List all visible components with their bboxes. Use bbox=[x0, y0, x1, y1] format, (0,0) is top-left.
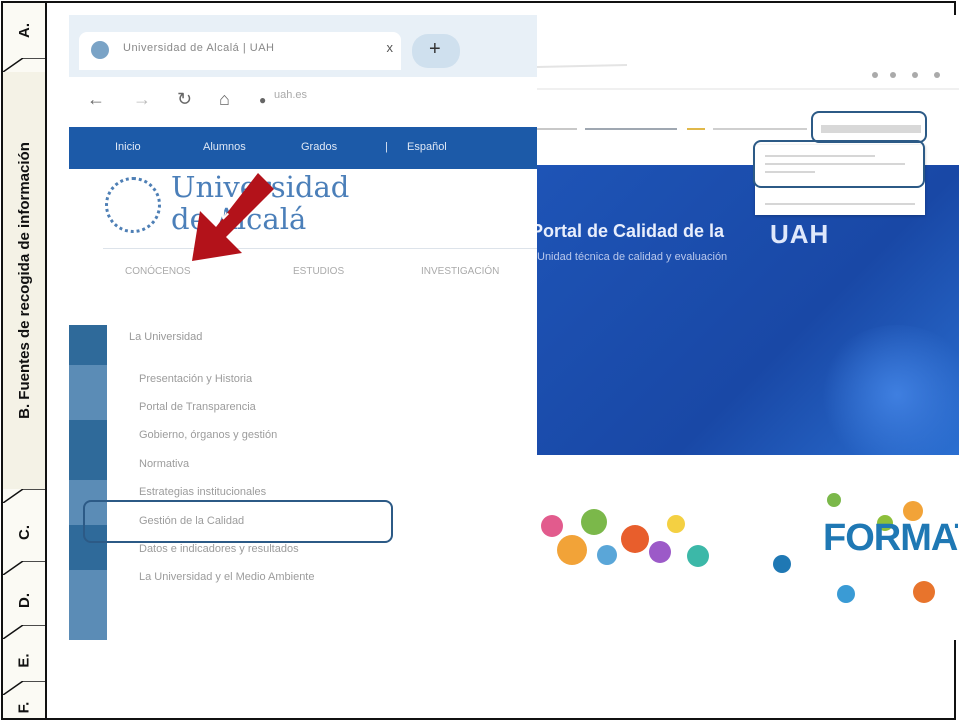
submenu-item[interactable]: La Universidad y el Medio Ambiente bbox=[139, 571, 314, 583]
menu-item-estudios[interactable]: ESTUDIOS bbox=[293, 266, 344, 277]
nav-separator: | bbox=[385, 141, 388, 153]
tab-separator bbox=[3, 625, 45, 639]
tab-separator bbox=[3, 681, 45, 695]
submenu-item[interactable]: Estrategias institucionales bbox=[139, 486, 266, 498]
submenu-panel: La Universidad Presentación y Historia P… bbox=[111, 315, 531, 605]
tab-c[interactable]: C. bbox=[3, 503, 45, 561]
nav-item[interactable]: Inicio bbox=[115, 141, 141, 153]
submenu-item[interactable]: Normativa bbox=[139, 458, 189, 470]
slide-frame: A. B. Fuentes de recogida de información… bbox=[1, 1, 959, 720]
tab-b[interactable]: B. Fuentes de recogida de información bbox=[3, 72, 45, 489]
section-tabs: A. B. Fuentes de recogida de información… bbox=[3, 3, 47, 718]
tab-f[interactable]: F. bbox=[3, 695, 45, 720]
uah-top-nav: Inicio Alumnos Grados | Español bbox=[69, 127, 539, 169]
new-tab-button[interactable] bbox=[412, 34, 460, 68]
favicon-icon bbox=[91, 41, 109, 59]
submenu-item[interactable]: Gobierno, órganos y gestión bbox=[139, 429, 277, 441]
tab-separator bbox=[3, 58, 45, 72]
nav-item[interactable]: Alumnos bbox=[203, 141, 246, 153]
browser-toolbar bbox=[537, 64, 959, 90]
tab-b-label: B. Fuentes de recogida de información bbox=[15, 142, 33, 419]
hero-uah-logo: UAH bbox=[770, 219, 830, 249]
sidebar-strip bbox=[69, 325, 107, 640]
home-icon[interactable]: ⌂ bbox=[219, 89, 230, 110]
tab-c-label: C. bbox=[15, 524, 33, 540]
browser-tab-title: Universidad de Alcalá | UAH bbox=[123, 42, 275, 54]
url-field[interactable]: uah.es bbox=[274, 89, 414, 111]
hero-decoration bbox=[817, 325, 959, 455]
hero-title: Portal de Calidad de la bbox=[537, 221, 725, 241]
menu-item-investigacion[interactable]: INVESTIGACIÓN bbox=[421, 266, 499, 277]
main-menu: CONÓCENOS ESTUDIOS INVESTIGACIÓN bbox=[69, 255, 539, 289]
divider bbox=[103, 248, 539, 249]
tab-a[interactable]: A. bbox=[3, 3, 45, 58]
language-link[interactable]: Español bbox=[407, 141, 447, 153]
tab-separator bbox=[3, 489, 45, 503]
close-tab-icon[interactable]: x bbox=[387, 40, 394, 55]
lock-icon: ● bbox=[259, 93, 267, 107]
submenu-item[interactable]: Presentación y Historia bbox=[139, 373, 252, 385]
highlight-box bbox=[811, 111, 927, 143]
tab-e-label: E. bbox=[15, 652, 33, 668]
highlight-box bbox=[753, 140, 925, 188]
submenu-item[interactable]: Portal de Transparencia bbox=[139, 401, 256, 413]
uah-site-screenshot: Universidad de Alcalá | UAH x ← → ↻ ⌂ ● … bbox=[69, 15, 539, 640]
tab-e[interactable]: E. bbox=[3, 639, 45, 681]
tab-f-label: F. bbox=[15, 701, 33, 714]
hero-subtitle: Unidad técnica de calidad y evaluación bbox=[537, 251, 728, 263]
reload-icon[interactable]: ↻ bbox=[177, 89, 192, 110]
tab-d[interactable]: D. bbox=[3, 575, 45, 625]
tab-separator bbox=[3, 561, 45, 575]
banner-word: FORMATE bbox=[823, 517, 958, 559]
nav-item[interactable]: Grados bbox=[301, 141, 337, 153]
highlight-box bbox=[83, 500, 393, 543]
submenu-item[interactable]: Datos e indicadores y resultados bbox=[139, 543, 299, 555]
browser-tab[interactable]: Universidad de Alcalá | UAH x bbox=[79, 32, 401, 70]
forward-icon[interactable]: → bbox=[133, 89, 151, 110]
address-bar: ← → ↻ ⌂ ● uah.es bbox=[69, 77, 539, 127]
university-seal-icon bbox=[105, 177, 161, 233]
tab-a-label: A. bbox=[15, 23, 33, 38]
tab-d-label: D. bbox=[15, 592, 33, 608]
menu-item-conocenos[interactable]: CONÓCENOS bbox=[125, 266, 191, 277]
back-icon[interactable]: ← bbox=[87, 89, 105, 110]
browser-tab-bar: Universidad de Alcalá | UAH x bbox=[69, 15, 539, 77]
submenu-heading: La Universidad bbox=[129, 331, 203, 343]
